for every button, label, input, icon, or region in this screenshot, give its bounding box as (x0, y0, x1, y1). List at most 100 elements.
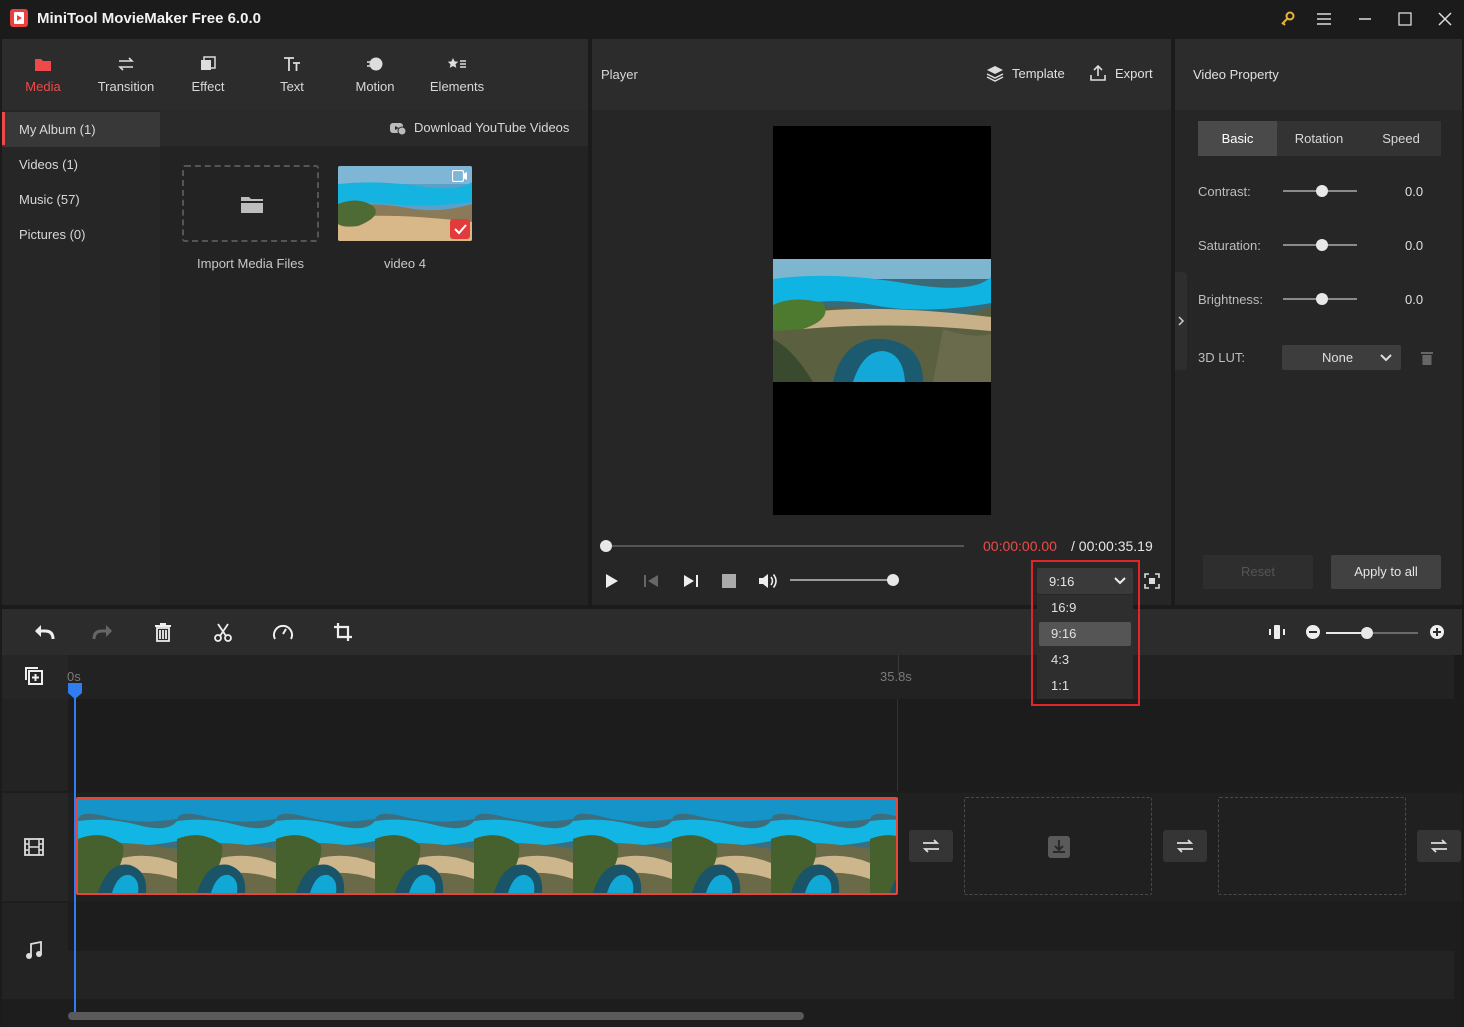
lut-label: 3D LUT: (1198, 350, 1245, 365)
timeline-scrollbar[interactable] (68, 1012, 804, 1020)
sidebar-item-music[interactable]: Music (57) (2, 182, 160, 217)
video-clip[interactable] (76, 797, 898, 895)
contrast-handle[interactable] (1316, 185, 1328, 197)
transition-slot-button[interactable] (1163, 830, 1207, 862)
tab-speed[interactable]: Speed (1361, 121, 1441, 156)
fullscreen-icon[interactable] (1143, 572, 1161, 590)
next-frame-icon[interactable] (682, 572, 700, 590)
video-label: video 4 (384, 256, 426, 271)
brightness-handle[interactable] (1316, 293, 1328, 305)
clip-frame (771, 799, 870, 893)
contrast-label: Contrast: (1198, 184, 1251, 199)
sidebar-item-videos[interactable]: Videos (1) (2, 147, 160, 182)
audio-track[interactable] (68, 903, 1462, 951)
zoom-in-icon[interactable] (1429, 624, 1445, 640)
tab-motion[interactable]: Motion (350, 39, 400, 110)
empty-clip-slot[interactable] (1218, 797, 1406, 895)
stop-icon[interactable] (721, 573, 737, 589)
saturation-handle[interactable] (1316, 239, 1328, 251)
play-icon[interactable] (604, 572, 620, 590)
video-thumbnail[interactable] (338, 166, 472, 241)
playhead-handle[interactable] (68, 683, 82, 699)
transition-icon (1430, 839, 1448, 853)
tab-effect[interactable]: Effect (182, 39, 234, 110)
tab-media[interactable]: Media (18, 39, 68, 110)
highlight-box (1031, 560, 1140, 706)
zoom-handle[interactable] (1361, 627, 1373, 639)
sidebar-item-my-album[interactable]: My Album (1) (2, 112, 160, 147)
folder-icon (240, 194, 264, 214)
clip-frame (177, 799, 276, 893)
active-indicator (2, 112, 5, 145)
preview-canvas (773, 126, 991, 515)
menu-icon[interactable] (1313, 8, 1335, 30)
clip-frame (870, 799, 896, 893)
transition-slot-button[interactable] (1417, 830, 1461, 862)
total-time: / 00:00:35.19 (1071, 538, 1153, 554)
export-button[interactable]: Export (1089, 64, 1153, 82)
property-title: Video Property (1193, 67, 1279, 82)
transition-slot-button[interactable] (909, 830, 953, 862)
export-icon (1090, 64, 1106, 81)
clip-frame (375, 799, 474, 893)
sidebar-item-pictures[interactable]: Pictures (0) (2, 217, 160, 252)
film-icon (24, 837, 44, 857)
saturation-value: 0.0 (1405, 238, 1424, 253)
crop-icon[interactable] (333, 622, 353, 642)
timeline-ruler[interactable] (2, 655, 1454, 699)
redo-icon[interactable] (92, 622, 114, 642)
volume-handle[interactable] (887, 574, 899, 586)
progress-handle[interactable] (600, 540, 612, 552)
maximize-icon[interactable] (1394, 8, 1416, 30)
clip-frame (276, 799, 375, 893)
minimize-icon[interactable] (1354, 8, 1376, 30)
tab-transition[interactable]: Transition (92, 39, 160, 110)
download-youtube-button[interactable]: Download YouTube Videos (390, 120, 569, 135)
player-title: Player (601, 67, 638, 82)
import-media-button[interactable] (182, 165, 319, 242)
key-icon[interactable] (1276, 8, 1298, 30)
transition-icon (922, 839, 940, 853)
main-toolbar: Media Transition Effect Text Motion Elem… (2, 39, 588, 110)
app-title: MiniTool MovieMaker Free 6.0.0 (37, 10, 261, 27)
zoom-out-icon[interactable] (1305, 624, 1321, 640)
lut-select[interactable]: None (1282, 345, 1401, 370)
property-header: Video Property (1175, 39, 1462, 110)
volume-track[interactable] (790, 579, 893, 581)
checked-icon[interactable] (450, 219, 470, 239)
tab-rotation[interactable]: Rotation (1277, 121, 1361, 156)
ruler-end-label: 35.8s (880, 669, 912, 684)
ruler-start-label: 0s (67, 669, 81, 684)
empty-clip-slot[interactable] (964, 797, 1152, 895)
apply-to-all-button[interactable]: Apply to all (1331, 555, 1441, 589)
volume-icon[interactable] (757, 571, 779, 591)
close-icon[interactable] (1434, 8, 1456, 30)
collapse-handle[interactable] (1175, 272, 1187, 370)
tab-elements[interactable]: Elements (426, 39, 488, 110)
progress-track[interactable] (606, 545, 964, 547)
template-button[interactable]: Template (986, 64, 1065, 82)
album-sidebar: My Album (1) Videos (1) Music (57) Pictu… (2, 110, 160, 605)
app-logo-icon (10, 9, 28, 27)
undo-icon[interactable] (33, 622, 55, 642)
previous-frame-icon[interactable] (642, 572, 660, 590)
layers-icon (986, 66, 1004, 82)
audio-track-lower[interactable] (68, 951, 1454, 999)
overlay-track-header (2, 699, 68, 791)
delete-icon[interactable] (153, 622, 173, 642)
reset-button[interactable]: Reset (1203, 555, 1313, 589)
split-icon[interactable] (213, 622, 233, 642)
trash-icon[interactable] (1420, 350, 1434, 366)
brightness-label: Brightness: (1198, 292, 1264, 307)
import-media-label: Import Media Files (197, 256, 304, 271)
clip-frame (573, 799, 672, 893)
video-camera-icon (452, 170, 468, 182)
overlay-track[interactable] (68, 699, 1462, 791)
track-end-line (897, 699, 898, 791)
tab-text[interactable]: Text (270, 39, 314, 110)
fit-timeline-icon[interactable] (1268, 623, 1286, 641)
speed-icon[interactable] (272, 622, 294, 642)
tab-basic[interactable]: Basic (1198, 121, 1277, 156)
add-track-icon[interactable] (24, 666, 44, 686)
music-note-icon (25, 941, 43, 961)
